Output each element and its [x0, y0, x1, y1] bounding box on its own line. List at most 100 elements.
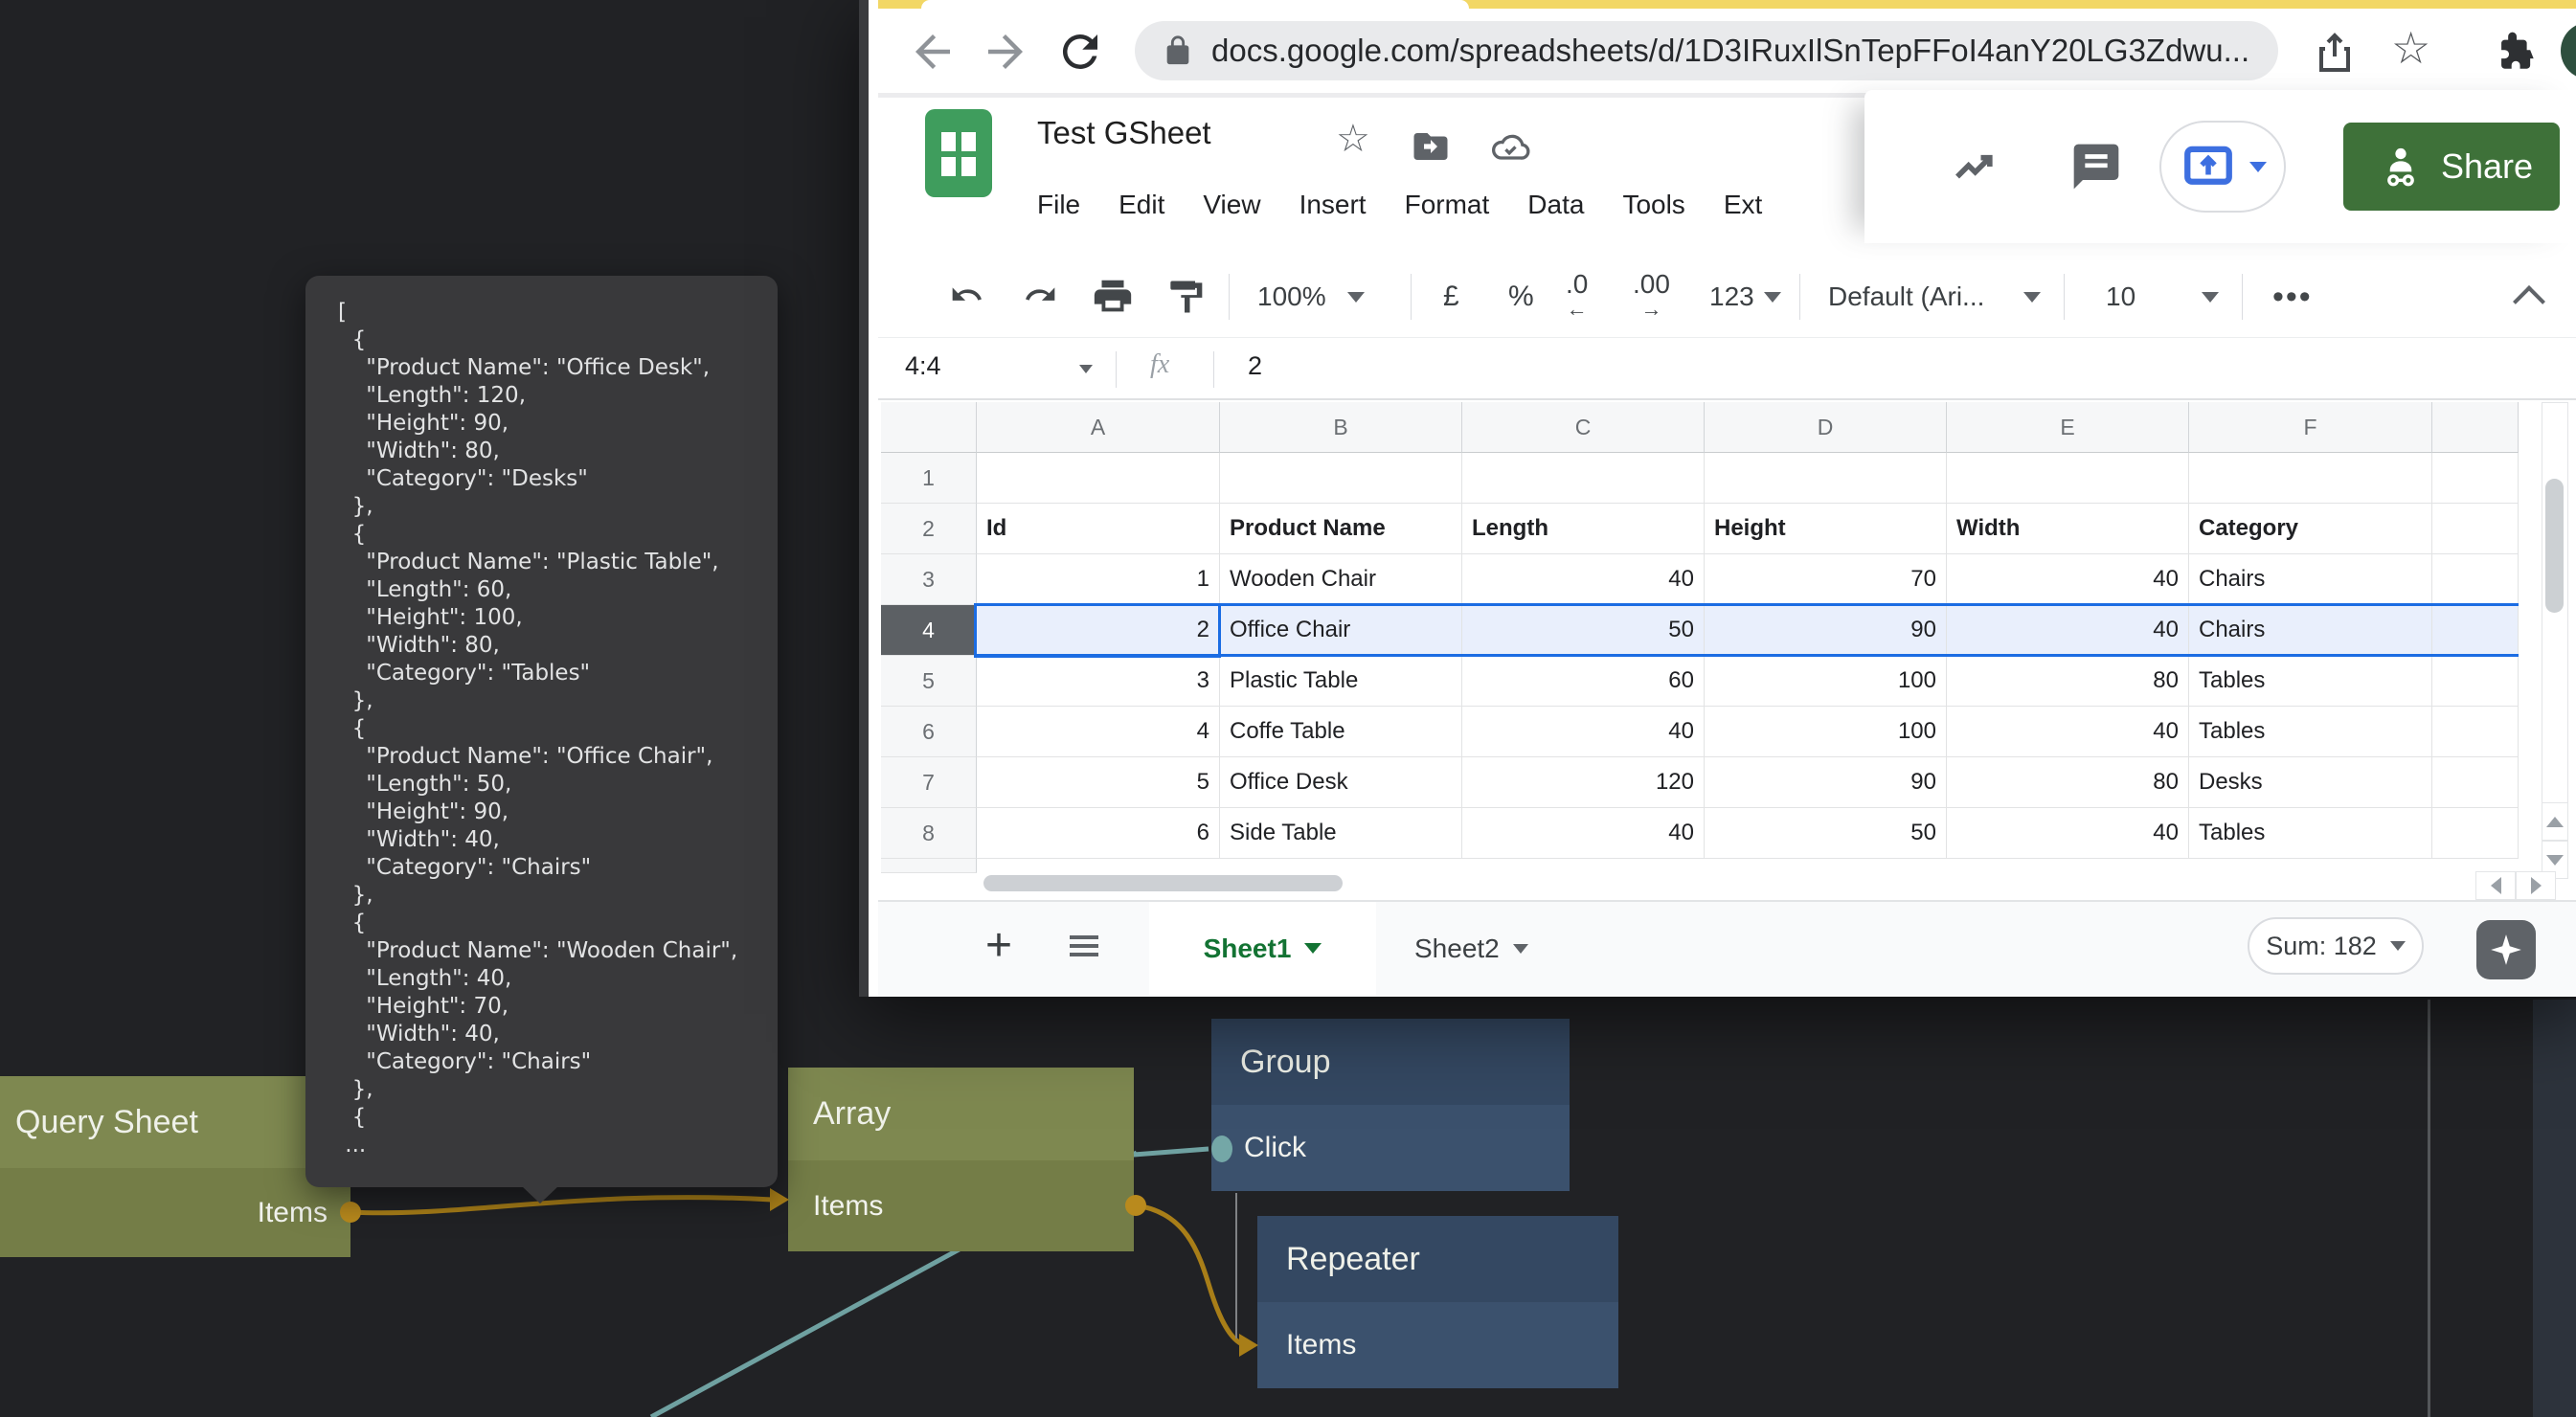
- cell-b8[interactable]: Side Table: [1220, 808, 1462, 859]
- move-to-folder-icon[interactable]: [1411, 126, 1451, 171]
- font-select[interactable]: Default (Ari...: [1828, 257, 2020, 337]
- menu-insert[interactable]: Insert: [1299, 190, 1367, 220]
- cell-d5[interactable]: 100: [1705, 656, 1947, 707]
- cell-c1[interactable]: [1462, 453, 1705, 504]
- cell-b3[interactable]: Wooden Chair: [1220, 554, 1462, 605]
- present-to-meeting-button[interactable]: [2159, 121, 2286, 213]
- cell-a2[interactable]: Id: [977, 504, 1220, 554]
- node-group-title[interactable]: Group: [1211, 1019, 1570, 1105]
- cell-a6[interactable]: 4: [977, 707, 1220, 757]
- font-select-caret-wrap[interactable]: [2023, 257, 2041, 337]
- cell-e3[interactable]: 40: [1947, 554, 2189, 605]
- sheet-tab-sheet2[interactable]: Sheet2: [1414, 902, 1528, 995]
- row-header-4[interactable]: 4: [881, 605, 977, 656]
- cell-g8[interactable]: [2432, 808, 2519, 859]
- node-query-sheet-title[interactable]: Query Sheet: [0, 1076, 350, 1168]
- cell-c2[interactable]: Length: [1462, 504, 1705, 554]
- cell-c6[interactable]: 40: [1462, 707, 1705, 757]
- menu-tools[interactable]: Tools: [1622, 190, 1684, 220]
- cell-g4[interactable]: [2432, 605, 2519, 656]
- cell-e6[interactable]: 40: [1947, 707, 2189, 757]
- forward-button[interactable]: [980, 26, 1031, 78]
- column-header-c[interactable]: C: [1462, 402, 1705, 453]
- back-button[interactable]: [907, 26, 959, 78]
- decrease-decimals-button[interactable]: .0 ←: [1566, 257, 1588, 337]
- cell-d3[interactable]: 70: [1705, 554, 1947, 605]
- cell-b6[interactable]: Coffe Table: [1220, 707, 1462, 757]
- cell-g5[interactable]: [2432, 656, 2519, 707]
- menu-format[interactable]: Format: [1405, 190, 1490, 220]
- cell-e5[interactable]: 80: [1947, 656, 2189, 707]
- node-array[interactable]: Array Items: [788, 1068, 1134, 1251]
- node-repeater-items-port-label[interactable]: Items: [1257, 1302, 1618, 1388]
- cell-a8[interactable]: 6: [977, 808, 1220, 859]
- row-header-8[interactable]: 8: [881, 808, 977, 859]
- reload-button[interactable]: [1054, 26, 1106, 78]
- paint-format-icon[interactable]: [1164, 257, 1206, 337]
- undo-icon[interactable]: [945, 257, 989, 337]
- cell-f6[interactable]: Tables: [2189, 707, 2432, 757]
- font-size-caret-wrap[interactable]: [2202, 257, 2219, 337]
- cell-c4[interactable]: 50: [1462, 605, 1705, 656]
- node-group-click-port-label[interactable]: Click: [1211, 1105, 1570, 1191]
- node-query-sheet[interactable]: Query Sheet Items: [0, 1076, 350, 1257]
- share-button[interactable]: Share: [2343, 123, 2560, 211]
- cell-f1[interactable]: [2189, 453, 2432, 504]
- cell-f5[interactable]: Tables: [2189, 656, 2432, 707]
- cell-f4[interactable]: Chairs: [2189, 605, 2432, 656]
- node-repeater-title[interactable]: Repeater: [1257, 1216, 1618, 1302]
- scroll-left-button[interactable]: [2475, 871, 2516, 900]
- name-box[interactable]: 4:4: [905, 351, 941, 381]
- formula-input[interactable]: 2: [1248, 351, 1262, 381]
- scroll-right-button[interactable]: [2516, 871, 2556, 900]
- address-bar[interactable]: docs.google.com/spreadsheets/d/1D3IRuxIl…: [1135, 21, 2278, 80]
- column-header-b[interactable]: B: [1220, 402, 1462, 453]
- browser-active-tab[interactable]: [921, 0, 1469, 9]
- cell-a7[interactable]: 5: [977, 757, 1220, 808]
- cell-a5[interactable]: 3: [977, 656, 1220, 707]
- menu-extensions[interactable]: Ext: [1724, 190, 1762, 220]
- cell-g3[interactable]: [2432, 554, 2519, 605]
- collapse-toolbar-chevron[interactable]: [2518, 257, 2541, 337]
- cell-a1[interactable]: [977, 453, 1220, 504]
- cloud-status-icon[interactable]: [1489, 126, 1531, 173]
- cell-e8[interactable]: 40: [1947, 808, 2189, 859]
- increase-decimals-button[interactable]: .00 →: [1633, 257, 1670, 337]
- font-size-select[interactable]: 10: [2106, 257, 2135, 337]
- cell-e2[interactable]: Width: [1947, 504, 2189, 554]
- cell-d1[interactable]: [1705, 453, 1947, 504]
- menu-data[interactable]: Data: [1527, 190, 1584, 220]
- row-header-6[interactable]: 6: [881, 707, 977, 757]
- redo-icon[interactable]: [1018, 257, 1062, 337]
- cell-d2[interactable]: Height: [1705, 504, 1947, 554]
- currency-format-button[interactable]: £: [1443, 257, 1459, 337]
- node-group[interactable]: Group Click: [1211, 1019, 1570, 1191]
- cell-d6[interactable]: 100: [1705, 707, 1947, 757]
- more-toolbar-options[interactable]: •••: [2272, 257, 2313, 337]
- cell-e4[interactable]: 40: [1947, 605, 2189, 656]
- cell-f8[interactable]: Tables: [2189, 808, 2432, 859]
- node-repeater[interactable]: Repeater Items: [1257, 1216, 1618, 1388]
- column-header-a[interactable]: A: [977, 402, 1220, 453]
- scroll-up-button[interactable]: [2542, 802, 2568, 841]
- cell-c5[interactable]: 60: [1462, 656, 1705, 707]
- column-header-g[interactable]: [2432, 402, 2519, 453]
- sheet-tab-sheet1[interactable]: Sheet1: [1149, 902, 1376, 995]
- menu-view[interactable]: View: [1203, 190, 1260, 220]
- node-array-title[interactable]: Array: [788, 1068, 1134, 1160]
- cell-b1[interactable]: [1220, 453, 1462, 504]
- extensions-puzzle-icon[interactable]: [2495, 30, 2546, 81]
- percent-format-button[interactable]: %: [1508, 257, 1534, 337]
- cell-g6[interactable]: [2432, 707, 2519, 757]
- cell-d4[interactable]: 90: [1705, 605, 1947, 656]
- sum-indicator[interactable]: Sum: 182: [2248, 917, 2424, 975]
- cell-e1[interactable]: [1947, 453, 2189, 504]
- bookmark-star-icon[interactable]: ☆: [2391, 22, 2443, 74]
- cell-b4[interactable]: Office Chair: [1220, 605, 1462, 656]
- column-header-e[interactable]: E: [1947, 402, 2189, 453]
- column-header-d[interactable]: D: [1705, 402, 1947, 453]
- all-sheets-menu-icon[interactable]: [1070, 931, 1098, 961]
- column-header-f[interactable]: F: [2189, 402, 2432, 453]
- document-title[interactable]: Test GSheet: [1037, 115, 1211, 151]
- node-query-sheet-items-port-label[interactable]: Items: [0, 1168, 350, 1257]
